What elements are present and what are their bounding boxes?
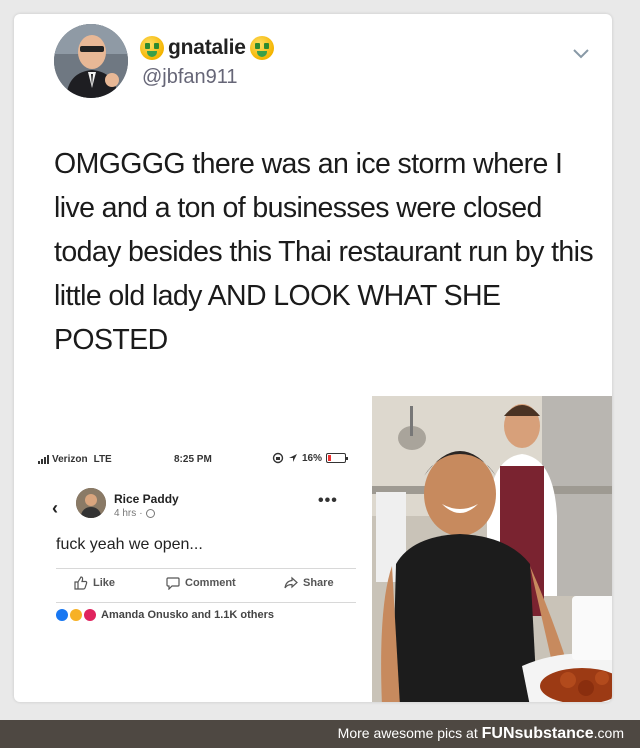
brand-prefix: FUN — [481, 725, 515, 742]
money-mouth-face-icon: $$ — [140, 36, 164, 60]
globe-icon — [145, 509, 155, 518]
status-time: 8:25 PM — [174, 454, 212, 465]
like-label: Like — [93, 577, 116, 589]
page-avatar-image — [76, 488, 106, 518]
photo-image — [372, 396, 612, 702]
facebook-post-screenshot: Verizon LTE 8:25 PM 16% ‹ Rice Paddy 4 h… — [36, 444, 358, 634]
brand-suffix: substance — [514, 725, 594, 742]
reactions-summary[interactable]: Amanda Onusko and 1.1K others — [56, 609, 274, 621]
comment-icon — [166, 577, 180, 590]
display-name[interactable]: gnatalie — [168, 36, 246, 60]
footer: More awesome pics at FUNsubstance.com — [0, 720, 640, 748]
handle[interactable]: @jbfan911 — [142, 66, 238, 89]
footer-caption: More awesome pics at — [337, 725, 478, 741]
status-right: 16% — [272, 452, 349, 464]
more-options-icon[interactable]: ••• — [318, 492, 338, 510]
meta-separator: · — [139, 508, 143, 519]
back-icon[interactable]: ‹ — [52, 498, 58, 519]
carrier-name: Verizon — [52, 454, 88, 465]
tweet-text: OMGGGG there was an ice storm where I li… — [54, 148, 594, 356]
brand-tld: .com — [593, 725, 624, 741]
avatar-image — [54, 24, 128, 98]
page-name[interactable]: Rice Paddy — [114, 492, 179, 506]
location-icon — [289, 454, 297, 462]
name-row: $$ gnatalie $$ — [140, 36, 274, 60]
haha-icon — [70, 609, 82, 621]
chevron-down-icon[interactable] — [570, 42, 592, 64]
page-avatar[interactable] — [76, 488, 106, 518]
post-meta: 4 hrs · — [114, 508, 155, 519]
comment-label: Comment — [185, 577, 236, 589]
battery-icon — [326, 453, 349, 463]
footer-brand: FUNsubstance — [482, 725, 594, 742]
share-icon — [284, 576, 298, 589]
network-type: LTE — [93, 454, 112, 465]
like-button[interactable]: Like — [74, 576, 115, 590]
share-button[interactable]: Share — [284, 576, 334, 590]
money-mouth-face-icon: $$ — [249, 36, 274, 60]
signal-icon — [38, 455, 49, 464]
thumbs-up-icon — [74, 576, 88, 590]
footer-text[interactable]: More awesome pics at FUNsubstance.com — [338, 725, 624, 743]
love-icon — [84, 609, 96, 621]
post-time: 4 hrs — [114, 508, 137, 519]
avatar[interactable] — [54, 24, 128, 98]
post-text: fuck yeah we open... — [56, 536, 203, 553]
divider — [56, 602, 356, 603]
post-actions: Like Comment Share — [74, 576, 354, 596]
like-icon — [56, 609, 68, 621]
share-label: Share — [303, 577, 334, 589]
status-bar: Verizon LTE 8:25 PM 16% — [36, 452, 358, 468]
reactions-text: Amanda Onusko and 1.1K others — [101, 609, 274, 621]
restaurant-photo — [372, 396, 612, 702]
battery-percent: 16% — [302, 452, 323, 464]
comment-button[interactable]: Comment — [166, 576, 236, 590]
tweet-card: $$ gnatalie $$ @jbfan911 OMGGGG there wa… — [14, 14, 612, 702]
lock-rotation-icon — [272, 452, 284, 464]
divider — [56, 568, 356, 569]
carrier: Verizon LTE — [38, 454, 112, 465]
